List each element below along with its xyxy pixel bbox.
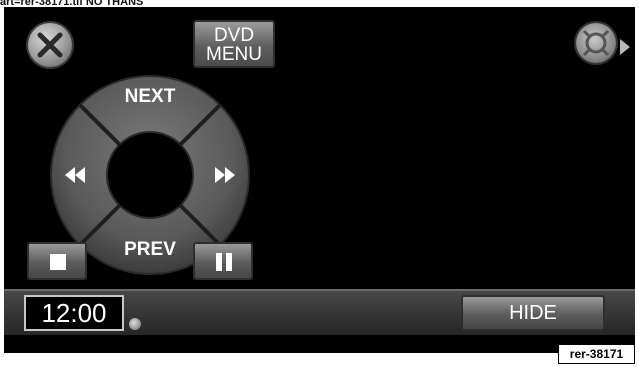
dvd-menu-label-line2: MENU (206, 44, 262, 65)
clock-display[interactable]: 12:00 (24, 295, 124, 331)
prev-button[interactable]: PREV (110, 239, 190, 261)
hide-button[interactable]: HIDE (461, 295, 605, 331)
expand-right-arrow-icon[interactable] (620, 39, 630, 55)
pause-icon-bar-2 (226, 253, 232, 271)
dvd-menu-label-line1: DVD (213, 25, 255, 46)
close-x-icon (37, 32, 63, 58)
directional-pad-button[interactable] (576, 23, 616, 63)
stop-icon (50, 254, 66, 270)
reference-tag: rer-38171 (558, 344, 635, 364)
dvd-menu-button[interactable]: DVD MENU (193, 20, 275, 68)
close-button[interactable] (28, 23, 72, 67)
pause-icon (216, 253, 222, 271)
dvd-player-screen: DVD MENU NEXT PREV 12:00 HIDE (4, 7, 635, 353)
clock-settings-icon (129, 318, 141, 330)
next-button[interactable]: NEXT (110, 86, 190, 108)
directional-pad-icon (582, 29, 610, 57)
pause-button[interactable] (193, 242, 253, 280)
stop-button[interactable] (27, 242, 87, 280)
bottom-bar: 12:00 HIDE (4, 289, 635, 335)
